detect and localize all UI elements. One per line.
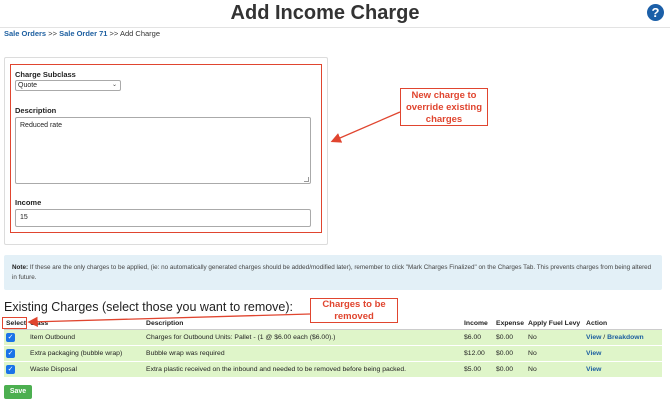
row-checkbox[interactable]: ✓ (6, 332, 15, 342)
callout-line: Charges to be (322, 299, 386, 310)
action-cell: View (584, 361, 662, 378)
charge-subclass-label: Charge Subclass (15, 70, 76, 79)
income-value: 15 (20, 214, 28, 221)
class-cell: Item Outbound (28, 329, 145, 346)
breadcrumb-sale-orders[interactable]: Sale Orders (4, 29, 46, 38)
action-cell: View (584, 345, 662, 362)
income-cell: $12.00 (462, 345, 495, 362)
callout-new-charge: New charge to override existing charges (400, 88, 488, 126)
row-checkbox[interactable]: ✓ (6, 364, 15, 374)
expense-cell: $0.00 (494, 361, 527, 378)
action-cell: View / Breakdown (584, 329, 662, 346)
income-cell: $5.00 (462, 361, 495, 378)
table-row: ✓ Extra packaging (bubble wrap) Bubble w… (4, 345, 662, 362)
income-input[interactable]: 15 (15, 209, 311, 227)
class-cell: Extra packaging (bubble wrap) (28, 345, 145, 362)
existing-charges-heading: Existing Charges (select those you want … (4, 300, 294, 314)
note-box: Note: If these are the only charges to b… (4, 255, 662, 290)
select-cell: ✓ (4, 329, 29, 346)
view-link[interactable]: View (586, 334, 601, 341)
resize-handle[interactable] (304, 177, 309, 182)
select-cell: ✓ (4, 361, 29, 378)
col-income: Income (462, 318, 495, 330)
note-text: If these are the only charges to be appl… (12, 264, 652, 281)
note-label: Note: (12, 264, 29, 271)
breadcrumb-current: Add Charge (119, 29, 160, 38)
table-row: ✓ Item Outbound Charges for Outbound Uni… (4, 329, 662, 346)
col-fuel-levy: Apply Fuel Levy (526, 318, 585, 330)
existing-charges-table: Select Class Description Income Expense … (4, 318, 662, 378)
arrow-to-form (330, 111, 401, 143)
select-cell: ✓ (4, 345, 29, 362)
callout-line: override existing (405, 102, 483, 113)
callout-line: New charge to (411, 90, 477, 101)
breadcrumb-sale-order[interactable]: Sale Order 71 (59, 29, 107, 38)
chevron-down-icon: ⌄ (111, 82, 117, 88)
breadcrumb: Sale Orders >> Sale Order 71 >> Add Char… (4, 29, 160, 38)
description-cell: Extra plastic received on the inbound an… (144, 361, 463, 378)
breadcrumb-separator: >> (48, 29, 57, 38)
fuel-levy-cell: No (526, 329, 585, 346)
breakdown-link[interactable]: Breakdown (607, 334, 644, 341)
charge-subclass-select[interactable]: Quote ⌄ (15, 80, 121, 91)
view-link[interactable]: View (586, 366, 601, 373)
charge-subclass-value: Quote (18, 82, 38, 89)
view-link[interactable]: View (586, 350, 601, 357)
description-cell: Charges for Outbound Units: Pallet - (1 … (144, 329, 463, 346)
header-divider (0, 27, 670, 28)
fuel-levy-cell: No (526, 361, 585, 378)
description-textarea[interactable]: Reduced rate (15, 117, 311, 184)
action-separator: / (603, 333, 606, 341)
expense-cell: $0.00 (494, 345, 527, 362)
select-column-highlight (2, 317, 27, 329)
col-expense: Expense (494, 318, 527, 330)
income-label: Income (15, 198, 42, 207)
row-checkbox[interactable]: ✓ (6, 348, 15, 358)
col-description: Description (144, 318, 463, 330)
class-cell: Waste Disposal (28, 361, 145, 378)
save-button[interactable]: Save (4, 385, 32, 399)
help-icon[interactable]: ? (647, 4, 664, 21)
fuel-levy-cell: No (526, 345, 585, 362)
description-label: Description (15, 106, 57, 115)
description-cell: Bubble wrap was required (144, 345, 463, 362)
col-action: Action (584, 318, 662, 330)
callout-line: charges (425, 114, 463, 125)
table-row: ✓ Waste Disposal Extra plastic received … (4, 361, 662, 378)
breadcrumb-separator: >> (109, 29, 119, 38)
col-class: Class (28, 318, 145, 330)
page-title: Add Income Charge (230, 2, 420, 24)
table-header-row: Select Class Description Income Expense … (4, 318, 662, 330)
income-cell: $6.00 (462, 329, 495, 346)
expense-cell: $0.00 (494, 329, 527, 346)
description-value: Reduced rate (20, 122, 63, 129)
